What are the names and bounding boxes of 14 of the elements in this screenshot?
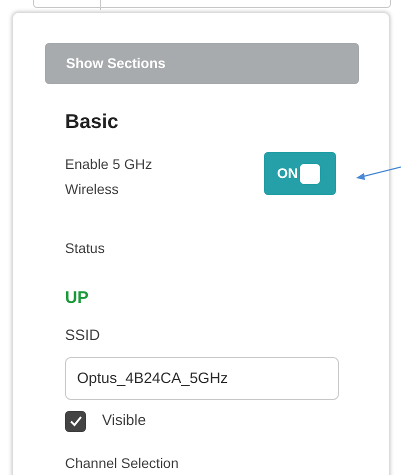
show-sections-button[interactable]: Show Sections bbox=[45, 43, 359, 84]
section-title: Basic bbox=[65, 110, 120, 134]
ssid-field[interactable]: Optus_4B24CA_5GHz bbox=[65, 357, 339, 400]
visible-label: Visible bbox=[102, 411, 146, 431]
status-label: Status bbox=[65, 239, 106, 258]
toggle-knob bbox=[300, 164, 320, 184]
checkmark-icon bbox=[68, 414, 82, 428]
visible-checkbox[interactable] bbox=[65, 410, 86, 432]
channel-selection-label: Channel Selection bbox=[65, 454, 180, 470]
toggle-switch[interactable]: ON bbox=[264, 152, 336, 195]
status-value: UP bbox=[65, 287, 90, 309]
annotation-arrow bbox=[355, 166, 401, 182]
ssid-label: SSID bbox=[65, 326, 102, 346]
enable-wireless-label: Enable 5 GHz Wireless bbox=[65, 155, 154, 199]
